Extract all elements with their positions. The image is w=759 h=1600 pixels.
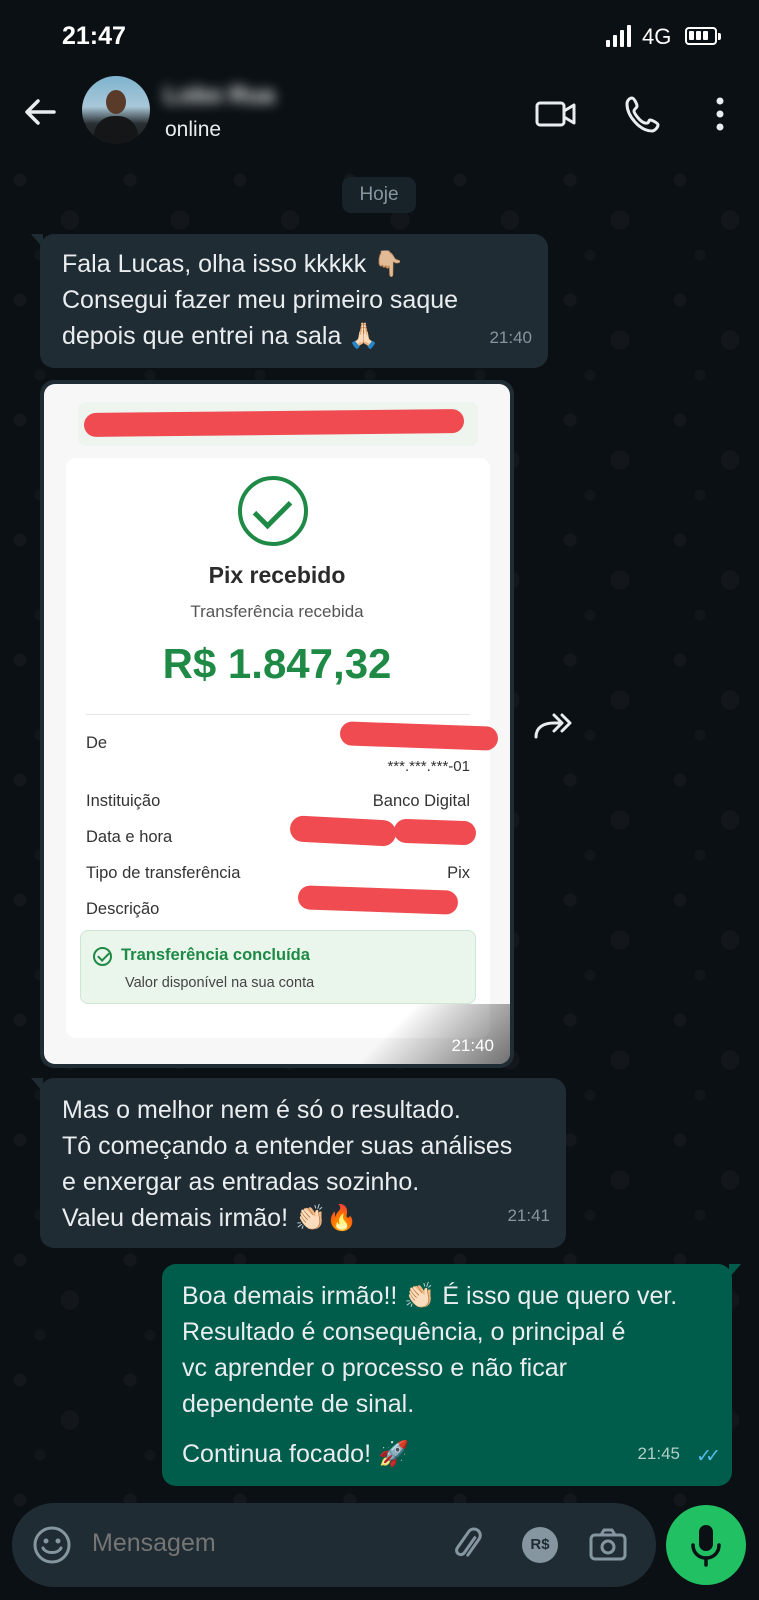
receipt-label-description: Descrição: [86, 900, 160, 918]
message-time: 21:45: [637, 1444, 680, 1463]
message-incoming-image[interactable]: Pix recebido Transferência recebida R$ 1…: [40, 380, 514, 1068]
message-incoming[interactable]: Fala Lucas, olha isso kkkkk 👇🏼 Consegui …: [31, 234, 548, 368]
camera-icon[interactable]: [586, 1523, 630, 1567]
success-check-icon: [238, 476, 308, 546]
message-text: Boa demais irmão!! 👏🏻 É isso que quero v…: [182, 1282, 678, 1418]
receipt-label-from: De: [86, 734, 108, 752]
battery-icon: [685, 27, 721, 45]
message-time: 21:40: [489, 328, 532, 347]
redaction-mark: [83, 409, 465, 437]
emoji-icon[interactable]: [30, 1523, 74, 1567]
message-incoming[interactable]: Mas o melhor nem é só o resultado. Tô co…: [31, 1078, 566, 1248]
back-arrow-icon[interactable]: [20, 92, 60, 132]
receipt-subtitle: Transferência recebida: [190, 602, 364, 621]
read-receipt-icon: ✓✓: [696, 1446, 721, 1467]
message-input[interactable]: [92, 1529, 432, 1558]
status-time: 21:47: [62, 22, 126, 50]
message-outgoing[interactable]: Boa demais irmão!! 👏🏻 É isso que quero v…: [162, 1264, 741, 1486]
receipt-label-datetime: Data e hora: [86, 828, 173, 846]
receipt-label-institution: Instituição: [86, 792, 161, 810]
signal-icon: [606, 25, 632, 47]
receipt-value-type: Pix: [447, 864, 470, 882]
receipt-status-box: Transferência concluída Valor disponível…: [80, 930, 476, 1004]
receipt-status-title: Transferência concluída: [121, 946, 310, 964]
receipt-title: Pix recebido: [208, 562, 346, 588]
receipt-image[interactable]: Pix recebido Transferência recebida R$ 1…: [44, 384, 510, 1064]
attach-icon[interactable]: [446, 1523, 490, 1567]
date-chip: Hoje: [342, 177, 416, 213]
voice-message-button[interactable]: [666, 1505, 746, 1585]
message-time: 21:40: [451, 1036, 494, 1055]
payment-button[interactable]: R$: [522, 1527, 558, 1563]
forward-icon[interactable]: [520, 705, 580, 755]
receipt-label-type: Tipo de transferência: [86, 864, 241, 882]
message-time: 21:41: [507, 1206, 550, 1225]
redaction-mark: [289, 815, 397, 847]
phone-call-icon[interactable]: [622, 92, 666, 136]
contact-name[interactable]: Lobo Rua: [164, 82, 275, 110]
message-text: Mas o melhor nem é só o resultado. Tô co…: [62, 1096, 513, 1232]
status-check-icon: [93, 947, 112, 966]
status-bar: 21:47 4G: [0, 0, 759, 72]
receipt-status-sub: Valor disponível na sua conta: [125, 975, 315, 991]
message-text: Fala Lucas, olha isso kkkkk 👇🏼 Consegui …: [62, 250, 459, 350]
more-options-icon[interactable]: [698, 92, 742, 136]
receipt-value-institution: Banco Digital: [372, 792, 470, 810]
avatar[interactable]: [82, 76, 150, 144]
receipt-value-from: ***.***.***-01: [387, 758, 470, 775]
redaction-mark: [393, 818, 477, 846]
message-text-2: Continua focado! 🚀: [182, 1440, 410, 1468]
message-composer: R$: [12, 1503, 656, 1587]
contact-status: online: [165, 118, 222, 141]
chat-header: Lobo Rua online: [0, 72, 759, 160]
microphone-icon: [691, 1525, 721, 1567]
video-call-icon[interactable]: [534, 92, 578, 136]
receipt-amount: R$ 1.847,32: [162, 640, 392, 687]
network-type: 4G: [642, 24, 672, 49]
